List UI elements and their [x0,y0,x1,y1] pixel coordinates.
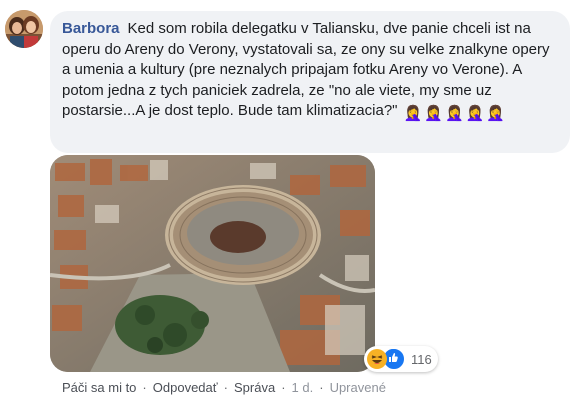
facepalm-emoji: 🤦‍♀️ [445,105,464,122]
reaction-count: 116 [411,351,432,367]
facepalm-emoji: 🤦‍♀️ [424,105,444,122]
separator-dot: · [142,380,147,395]
haha-icon [367,349,387,369]
facepalm-emoji: 🤦‍♀️ [465,105,485,122]
facepalm-emoji: 🤦‍♀️ [403,105,423,122]
like-link[interactable]: Páči sa mi to [62,380,136,395]
facepalm-emoji-row: 🤦‍♀️ 🤦‍♀️ 🤦‍♀️ 🤦‍♀️ 🤦‍♀️ [404,104,507,125]
separator-dot: · [281,380,286,395]
comment-bubble: Barbora Ked som robila delegatku v Talian… [50,11,570,153]
comment-body: Barbora Ked som robila delegatku v Talian… [62,19,558,125]
comment: Barbora Ked som robila delegatku v Talian… [0,0,588,405]
reply-link[interactable]: Odpovedať [153,380,218,395]
facepalm-emoji: 🤦‍♀️ [486,105,506,122]
edited-label[interactable]: Upravené [330,380,386,395]
comment-actions: Páči sa mi to · Odpovedať · Správa · 1 d… [62,380,386,395]
timestamp-link[interactable]: 1 d. [292,380,314,395]
separator-dot: · [319,380,324,395]
message-link[interactable]: Správa [234,380,275,395]
separator-dot: · [223,380,228,395]
reaction-summary[interactable]: 116 [364,346,438,372]
author-name[interactable]: Barbora [62,20,120,37]
avatar[interactable] [5,10,43,48]
attached-photo-arena-verona[interactable] [50,155,375,372]
